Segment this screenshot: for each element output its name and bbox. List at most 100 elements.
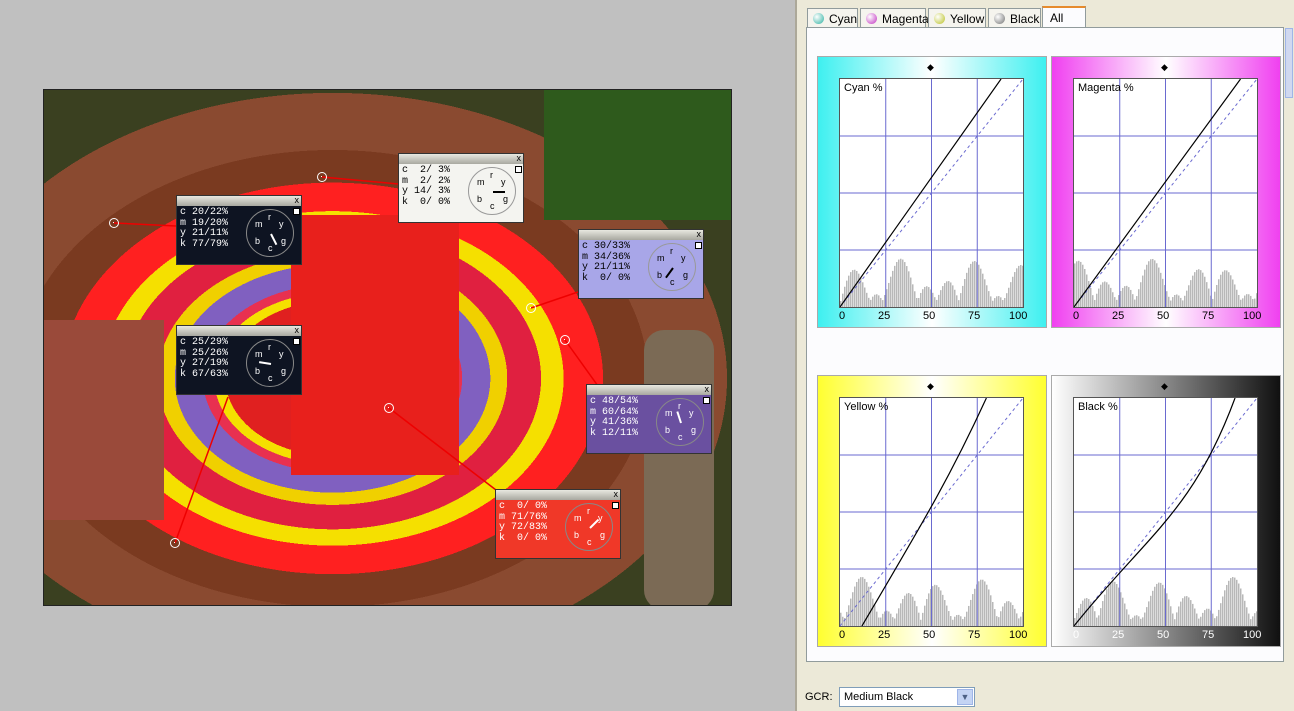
dial-needle — [270, 233, 278, 246]
curve-plot[interactable]: Black % — [1073, 397, 1258, 627]
cmyk-row: y 21/11% — [582, 262, 631, 273]
sample-info-window[interactable]: x c 2/ 3% m 2/ 2% y 14/ 3% k 0/ 0% mrybcg — [398, 153, 524, 223]
tab-cyan[interactable]: Cyan — [807, 8, 858, 28]
color-wheel-dial: mrybcg — [648, 243, 696, 291]
cmyk-row: k 0/ 0% — [582, 272, 631, 284]
image-canvas[interactable]: x c 2/ 3% m 2/ 2% y 14/ 3% k 0/ 0% mrybcg x… — [0, 0, 795, 711]
curve-title: Yellow % — [844, 401, 889, 413]
axis-tick-label: 75 — [1202, 310, 1215, 322]
info-window-titlebar[interactable]: x — [177, 196, 301, 206]
close-icon[interactable]: x — [614, 490, 619, 499]
sample-info-window[interactable]: x c 30/33% m 34/36% y 21/11% k 0/ 0% mrybcg — [578, 229, 704, 299]
cyan-dot-icon — [813, 13, 824, 24]
sample-point-1[interactable] — [317, 172, 327, 182]
cmyk-row: c 30/33% — [582, 241, 631, 252]
dial-needle — [258, 361, 272, 365]
black-dot-icon — [994, 13, 1005, 24]
cmyk-readout: c 2/ 3% m 2/ 2% y 14/ 3% k 0/ 0% — [402, 165, 450, 208]
photo-view[interactable] — [43, 89, 732, 606]
axis-tick-label: 25 — [1112, 629, 1125, 641]
color-wheel-dial: mrybcg — [246, 339, 294, 387]
cmyk-row: k 12/11% — [590, 427, 639, 439]
photo-red-banner — [291, 215, 459, 475]
gcr-label: GCR: — [805, 691, 833, 703]
curve-graph-black: ◆ Black % 0 25 50 75 100 — [1051, 375, 1281, 647]
tab-magenta[interactable]: Magenta — [860, 8, 929, 28]
info-window-titlebar[interactable]: x — [177, 326, 301, 336]
cmyk-readout: c 25/29% m 25/26% y 27/19% k 67/63% — [180, 337, 229, 380]
vertical-scrollbar[interactable] — [1285, 28, 1293, 98]
close-icon[interactable]: x — [295, 326, 300, 335]
dial-needle — [676, 411, 682, 424]
color-wheel-dial: mrybcg — [246, 209, 294, 257]
axis-tick-label: 0 — [839, 310, 846, 322]
sample-info-window[interactable]: x c 25/29% m 25/26% y 27/19% k 67/63% mrybc… — [176, 325, 302, 395]
tab-label: Magenta — [882, 12, 929, 26]
sample-point-2[interactable] — [109, 218, 119, 228]
sample-point-3[interactable] — [526, 303, 536, 313]
photo-tree-trunk — [644, 330, 714, 605]
color-wheel-dial: mrybcg — [565, 503, 613, 551]
chevron-down-icon[interactable]: ▼ — [957, 689, 973, 705]
scale-marker-icon[interactable]: ◆ — [1161, 62, 1168, 73]
info-window-titlebar[interactable]: x — [587, 385, 711, 395]
close-icon[interactable]: x — [705, 385, 710, 394]
sample-point-4[interactable] — [170, 538, 180, 548]
color-wheel-dial: mrybcg — [656, 398, 704, 446]
gcr-value: Medium Black — [844, 691, 914, 703]
curve-title: Black % — [1078, 401, 1118, 413]
tab-yellow[interactable]: Yellow — [928, 8, 986, 28]
tab-all[interactable]: All — [1042, 6, 1086, 29]
curve-plot[interactable]: Cyan % — [839, 78, 1024, 308]
info-window-titlebar[interactable]: x — [399, 154, 523, 164]
cmyk-row: c 0/ 0% — [499, 501, 548, 512]
axis-tick-label: 50 — [923, 629, 936, 641]
curve-svg[interactable] — [1074, 398, 1257, 626]
info-window-titlebar[interactable]: x — [579, 230, 703, 240]
scale-marker-icon[interactable]: ◆ — [1161, 381, 1168, 392]
color-wheel-dial: mrybcg — [468, 167, 516, 215]
scale-marker-icon[interactable]: ◆ — [927, 381, 934, 392]
app-root: x c 2/ 3% m 2/ 2% y 14/ 3% k 0/ 0% mrybcg x… — [0, 0, 1294, 711]
photo-brick-wall — [44, 320, 164, 520]
scale-marker-icon[interactable]: ◆ — [927, 62, 934, 73]
sample-info-window[interactable]: x c 20/22% m 19/20% y 21/11% k 77/79% mrybc… — [176, 195, 302, 265]
curve-plot[interactable]: Magenta % — [1073, 78, 1258, 308]
axis-tick-label: 100 — [1009, 629, 1028, 641]
curve-graph-yellow: ◆ Yellow % 0 25 50 75 100 — [817, 375, 1047, 647]
tab-black[interactable]: Black — [988, 8, 1041, 28]
cmyk-row: k 0/ 0% — [499, 532, 548, 544]
close-icon[interactable]: x — [517, 154, 522, 163]
gcr-dropdown[interactable]: Medium Black ▼ — [839, 687, 975, 707]
cmyk-readout: c 48/54% m 60/64% y 41/36% k 12/11% — [590, 396, 639, 439]
axis-tick-label: 25 — [1112, 310, 1125, 322]
sample-point-5[interactable] — [560, 335, 570, 345]
dial-needle — [493, 191, 505, 193]
yellow-dot-icon — [934, 13, 945, 24]
axis-tick-label: 0 — [1073, 629, 1080, 641]
axis-tick-label: 0 — [1073, 310, 1080, 322]
sample-info-window[interactable]: x c 0/ 0% m 71/76% y 72/83% k 0/ 0% mrybcg — [495, 489, 621, 559]
sample-point-6[interactable] — [384, 403, 394, 413]
cmyk-row: y 72/83% — [499, 522, 548, 533]
info-window-titlebar[interactable]: x — [496, 490, 620, 500]
curve-svg[interactable] — [840, 398, 1023, 626]
axis-tick-label: 0 — [839, 629, 846, 641]
axis-tick-label: 75 — [968, 629, 981, 641]
close-icon[interactable]: x — [697, 230, 702, 239]
tab-label: Black — [1010, 12, 1040, 26]
axis-tick-label: 50 — [1157, 629, 1170, 641]
tab-label: Cyan — [829, 12, 858, 26]
photo-foliage — [544, 90, 731, 220]
sample-info-window[interactable]: x c 48/54% m 60/64% y 41/36% k 12/11% mrybc… — [586, 384, 712, 454]
cmyk-row: y 27/19% — [180, 358, 229, 369]
curve-plot[interactable]: Yellow % — [839, 397, 1024, 627]
axis-tick-label: 100 — [1243, 310, 1262, 322]
tab-label: All — [1050, 11, 1064, 25]
cmyk-row: k 77/79% — [180, 238, 229, 250]
curve-svg[interactable] — [1074, 79, 1257, 307]
curve-svg[interactable] — [840, 79, 1023, 307]
axis-tick-label: 25 — [878, 310, 891, 322]
close-icon[interactable]: x — [295, 196, 300, 205]
curve-graph-magenta: ◆ Magenta % 0 25 50 75 100 — [1051, 56, 1281, 328]
